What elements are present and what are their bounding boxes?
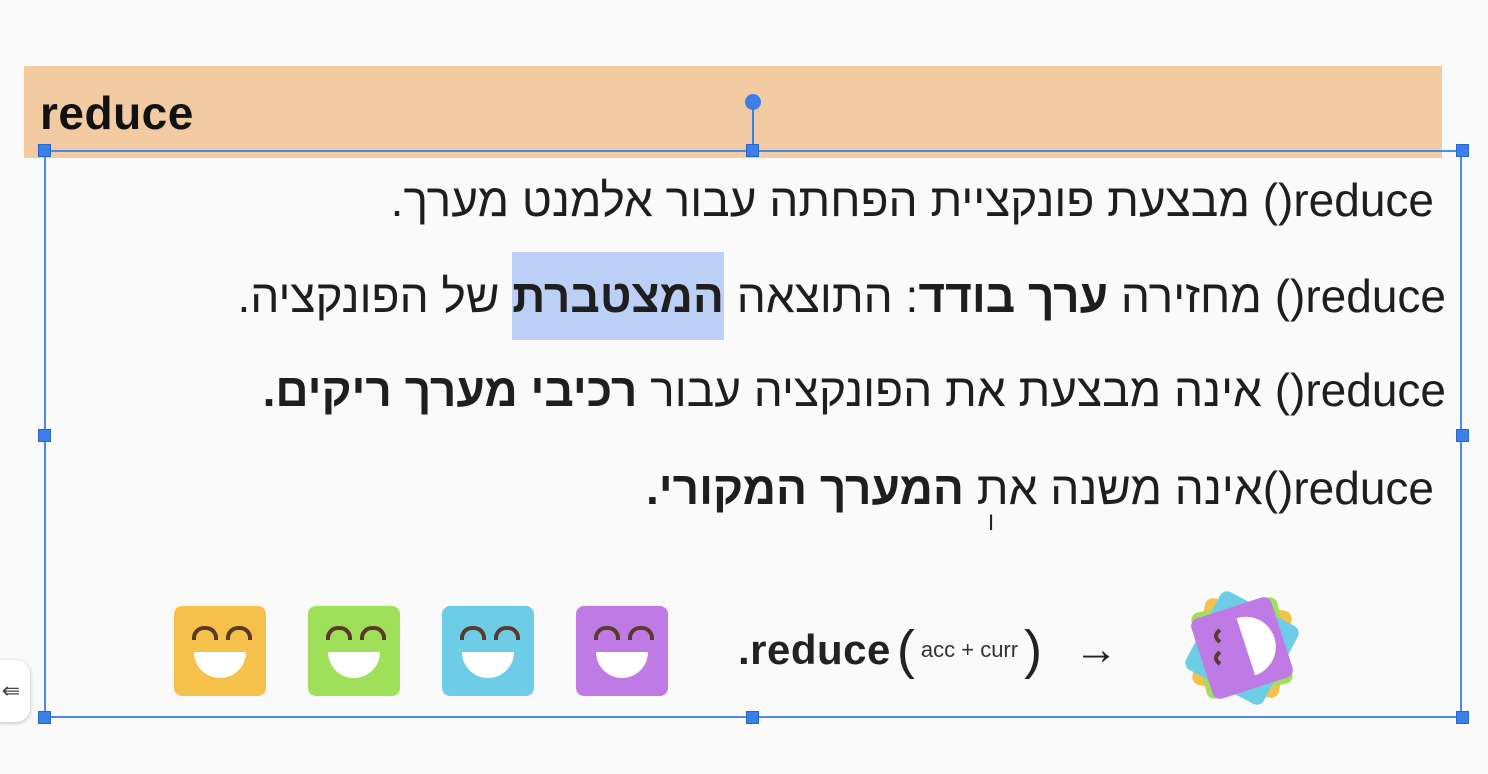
text-run-bold: המערך המקורי. xyxy=(645,462,965,514)
smiley-blue-icon xyxy=(442,606,534,696)
resize-handle-bottom-left[interactable] xyxy=(38,711,51,724)
text-run-bold: ערך בודד xyxy=(918,270,1109,322)
reduce-formula: .reduce ( acc + curr ) → xyxy=(738,610,1136,690)
smiley-yellow-icon xyxy=(174,606,266,696)
rotate-handle[interactable] xyxy=(745,94,761,110)
slide-title[interactable]: reduce xyxy=(40,86,194,140)
bullet-line: reduce() מחזירה ערך בודד: התוצאה המצטברת… xyxy=(237,252,1446,340)
smiley-green-icon xyxy=(308,606,400,696)
text-cursor-icon: I xyxy=(988,510,995,535)
formula-close-paren: ) xyxy=(1024,620,1043,680)
text-run: reduce() מבצעת פונקציית הפחתה עבור אלמנט… xyxy=(390,174,1434,226)
resize-handle-right[interactable] xyxy=(1456,429,1469,442)
resize-handle-top[interactable] xyxy=(746,144,759,157)
text-run-bold: רכיבי מערך ריקים. xyxy=(262,364,638,416)
smiley-purple-icon xyxy=(576,606,668,696)
text-run: reduce()אינה משנה את xyxy=(964,462,1434,514)
bullet-line: reduce()אינה משנה את המערך המקורי. xyxy=(646,458,1434,518)
resize-handle-bottom[interactable] xyxy=(746,711,759,724)
resize-handle-top-right[interactable] xyxy=(1456,144,1469,157)
resize-handle-left[interactable] xyxy=(38,429,51,442)
bullet-line: reduce() אינה מבצעת את הפונקציה עבור רכי… xyxy=(263,360,1446,420)
formula-method: .reduce xyxy=(738,626,891,673)
resize-handle-bottom-right[interactable] xyxy=(1456,711,1469,724)
collapse-menu-icon[interactable]: ⇚ xyxy=(0,660,30,722)
arrow-right-icon: → xyxy=(1074,625,1119,674)
bullet-line: reduce() מבצעת פונקציית הפחתה עבור אלמנט… xyxy=(391,170,1434,230)
text-run: reduce() מחזירה xyxy=(1108,270,1446,322)
text-run: reduce() אינה מבצעת את הפונקציה עבור xyxy=(637,364,1446,416)
text-run: : התוצאה xyxy=(724,270,919,322)
formula-open-paren: ( xyxy=(896,620,915,680)
formula-args: acc + curr xyxy=(920,637,1019,662)
combined-smiley-icon xyxy=(1185,591,1299,705)
title-bar xyxy=(24,66,1442,158)
text-run: של הפונקציה. xyxy=(237,270,513,322)
resize-handle-top-left[interactable] xyxy=(38,144,51,157)
text-run-highlighted: המצטברת xyxy=(512,252,724,340)
